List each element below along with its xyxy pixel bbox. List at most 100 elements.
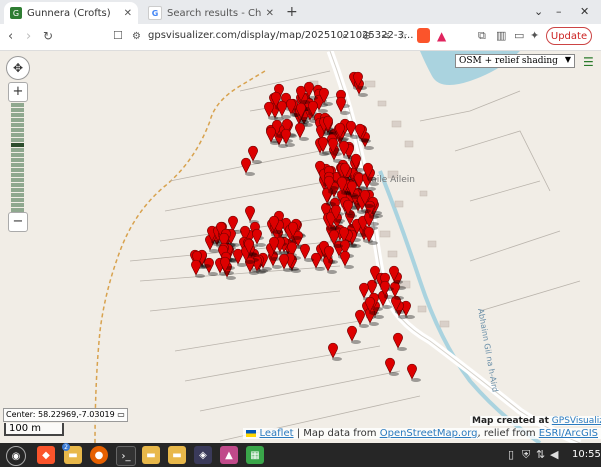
folder-icon[interactable]: ▬ <box>142 446 160 464</box>
zoom-level-tick[interactable] <box>11 198 24 202</box>
scale-bar: 100 m <box>4 423 64 436</box>
zoom-level-tick[interactable] <box>11 148 24 152</box>
waypoint-marker[interactable] <box>300 243 310 260</box>
gpsvisualizer-link[interactable]: GPSVisualizer.com <box>552 416 601 426</box>
waypoint-marker[interactable] <box>355 309 365 326</box>
waypoint-marker[interactable] <box>407 363 417 380</box>
osm-link[interactable]: OpenStreetMap.org <box>380 428 478 439</box>
waypoint-marker[interactable] <box>328 342 338 359</box>
zoom-level-tick[interactable] <box>11 193 24 197</box>
terminal-icon[interactable]: ›_ <box>116 446 136 466</box>
waypoint-marker[interactable] <box>359 282 369 299</box>
waypoint-marker[interactable] <box>264 101 274 118</box>
zoom-level-tick[interactable] <box>11 128 24 132</box>
zoom-level-tick[interactable] <box>11 168 24 172</box>
tab-gunnera[interactable]: G Gunnera (Crofts) ✕ <box>4 2 138 24</box>
vpn-icon[interactable]: ◈ <box>194 446 212 464</box>
ukraine-flag-icon <box>246 429 257 437</box>
waypoint-marker[interactable] <box>248 145 258 162</box>
waypoint-marker[interactable] <box>245 205 255 222</box>
sidebar-icon[interactable]: ▥ <box>496 29 506 42</box>
waypoint-marker[interactable] <box>277 100 287 117</box>
waypoint-markers <box>190 71 421 382</box>
center-coordinates: Center: 58.22969,-7.03019 ▭ <box>3 408 128 422</box>
menu-launcher-icon[interactable]: ◉ <box>6 446 26 466</box>
zoom-level-tick[interactable] <box>11 183 24 187</box>
notification-badge: 2 <box>62 443 70 451</box>
address-bar[interactable]: gpsvisualizer.com/display/map/2025102102… <box>148 30 413 41</box>
leo-icon[interactable]: ✦ <box>530 29 539 42</box>
map-view[interactable]: Baile Ailein Abhainn Gil na h-Aird ✥ + −… <box>0 51 601 443</box>
zoom-in-button[interactable]: + <box>8 82 28 102</box>
brave-browser-icon[interactable]: ◆ <box>37 446 55 464</box>
zoom-out-button[interactable]: − <box>8 212 28 232</box>
folder-icon[interactable]: ▬ <box>168 446 186 464</box>
zoom-level-tick[interactable] <box>11 173 24 177</box>
zoom-level-tick[interactable] <box>11 118 24 122</box>
attribution-text: , relief from <box>477 428 536 439</box>
star-icon[interactable]: ☆ <box>398 29 408 42</box>
esri-link[interactable]: ESRI/ArcGIS <box>539 428 598 439</box>
map-canvas: Baile Ailein Abhainn Gil na h-Aird <box>94 51 582 443</box>
close-tab-icon[interactable]: ✕ <box>266 8 274 19</box>
back-icon[interactable]: ‹ <box>8 29 13 44</box>
brave-shield-icon[interactable] <box>417 28 430 43</box>
firefox-icon[interactable]: ● <box>90 446 108 464</box>
bookmark-icon[interactable]: ☐ <box>113 29 123 42</box>
center-label: Center: 58.22969,-7.03019 <box>6 410 115 419</box>
map-credit: Map created at GPSVisualizer.com <box>470 416 601 426</box>
reload-icon[interactable]: ↻ <box>43 29 53 43</box>
waypoint-marker[interactable] <box>241 157 251 174</box>
zoom-level-tick[interactable] <box>11 143 24 147</box>
main-road <box>326 51 582 443</box>
volume-icon[interactable]: ◀ <box>550 448 558 461</box>
new-tab-button[interactable]: + <box>286 4 298 20</box>
image-viewer-icon[interactable]: ▲ <box>220 446 238 464</box>
wallet-icon[interactable]: ▭ <box>514 29 524 42</box>
forward-icon[interactable]: › <box>26 29 31 44</box>
brave-rewards-icon[interactable]: ▲ <box>437 29 446 43</box>
minimize-icon[interactable]: – <box>556 5 562 18</box>
waypoint-marker[interactable] <box>228 215 238 232</box>
zoom-level-tick[interactable] <box>11 178 24 182</box>
search-icon[interactable]: ⌕ <box>342 29 348 43</box>
zoom-level-tick[interactable] <box>11 163 24 167</box>
compass-control[interactable]: ✥ <box>6 56 30 80</box>
update-button[interactable]: Update <box>546 27 592 45</box>
waypoint-marker[interactable] <box>385 357 395 374</box>
leaflet-link[interactable]: Leaflet <box>259 428 293 439</box>
zoom-level-tick[interactable] <box>11 103 24 107</box>
waypoint-marker[interactable] <box>340 250 350 267</box>
waypoint-marker[interactable] <box>191 259 201 276</box>
tab-search-icon[interactable]: ⌄ <box>534 5 543 18</box>
zoom-icon[interactable]: ⊕ <box>362 29 371 42</box>
shield-icon[interactable]: ⛨ <box>522 448 530 462</box>
share-icon[interactable]: ⋖ <box>381 29 390 42</box>
ruler-icon[interactable]: ▭ <box>117 410 125 419</box>
zoom-level-tick[interactable] <box>11 203 24 207</box>
zoom-level-tick[interactable] <box>11 153 24 157</box>
browser-toolbar: ‹ › ↻ ☐ ⚙ gpsvisualizer.com/display/map/… <box>0 24 601 51</box>
zoom-level-tick[interactable] <box>11 108 24 112</box>
network-icon[interactable]: ⇅ <box>536 448 545 461</box>
zoom-level-tick[interactable] <box>11 158 24 162</box>
map-layer-select[interactable]: OSM + relief shading ▼ <box>455 54 575 68</box>
close-tab-icon[interactable]: ✕ <box>124 8 132 19</box>
spreadsheet-icon[interactable]: ▦ <box>246 446 264 464</box>
zoom-level-tick[interactable] <box>11 113 24 117</box>
zoom-level-tick[interactable] <box>11 123 24 127</box>
zoom-level-tick[interactable] <box>11 133 24 137</box>
close-window-icon[interactable]: ✕ <box>580 5 589 18</box>
extensions-icon[interactable]: ⧉ <box>478 29 486 43</box>
waypoint-marker[interactable] <box>347 325 357 342</box>
waypoint-marker[interactable] <box>336 96 346 113</box>
map-layer-value: OSM + relief shading <box>459 56 558 66</box>
zoom-level-tick[interactable] <box>11 138 24 142</box>
menu-icon[interactable]: ☰ <box>583 55 594 69</box>
site-info-icon[interactable]: ⚙ <box>132 31 141 42</box>
waypoint-marker[interactable] <box>393 332 403 349</box>
storage-icon[interactable]: ▯ <box>508 448 514 461</box>
tab-bar: G Gunnera (Crofts) ✕ G Search results - … <box>0 0 601 24</box>
zoom-level-tick[interactable] <box>11 188 24 192</box>
tab-search-results[interactable]: G Search results - Chrome Web Sto ✕ <box>142 2 280 24</box>
